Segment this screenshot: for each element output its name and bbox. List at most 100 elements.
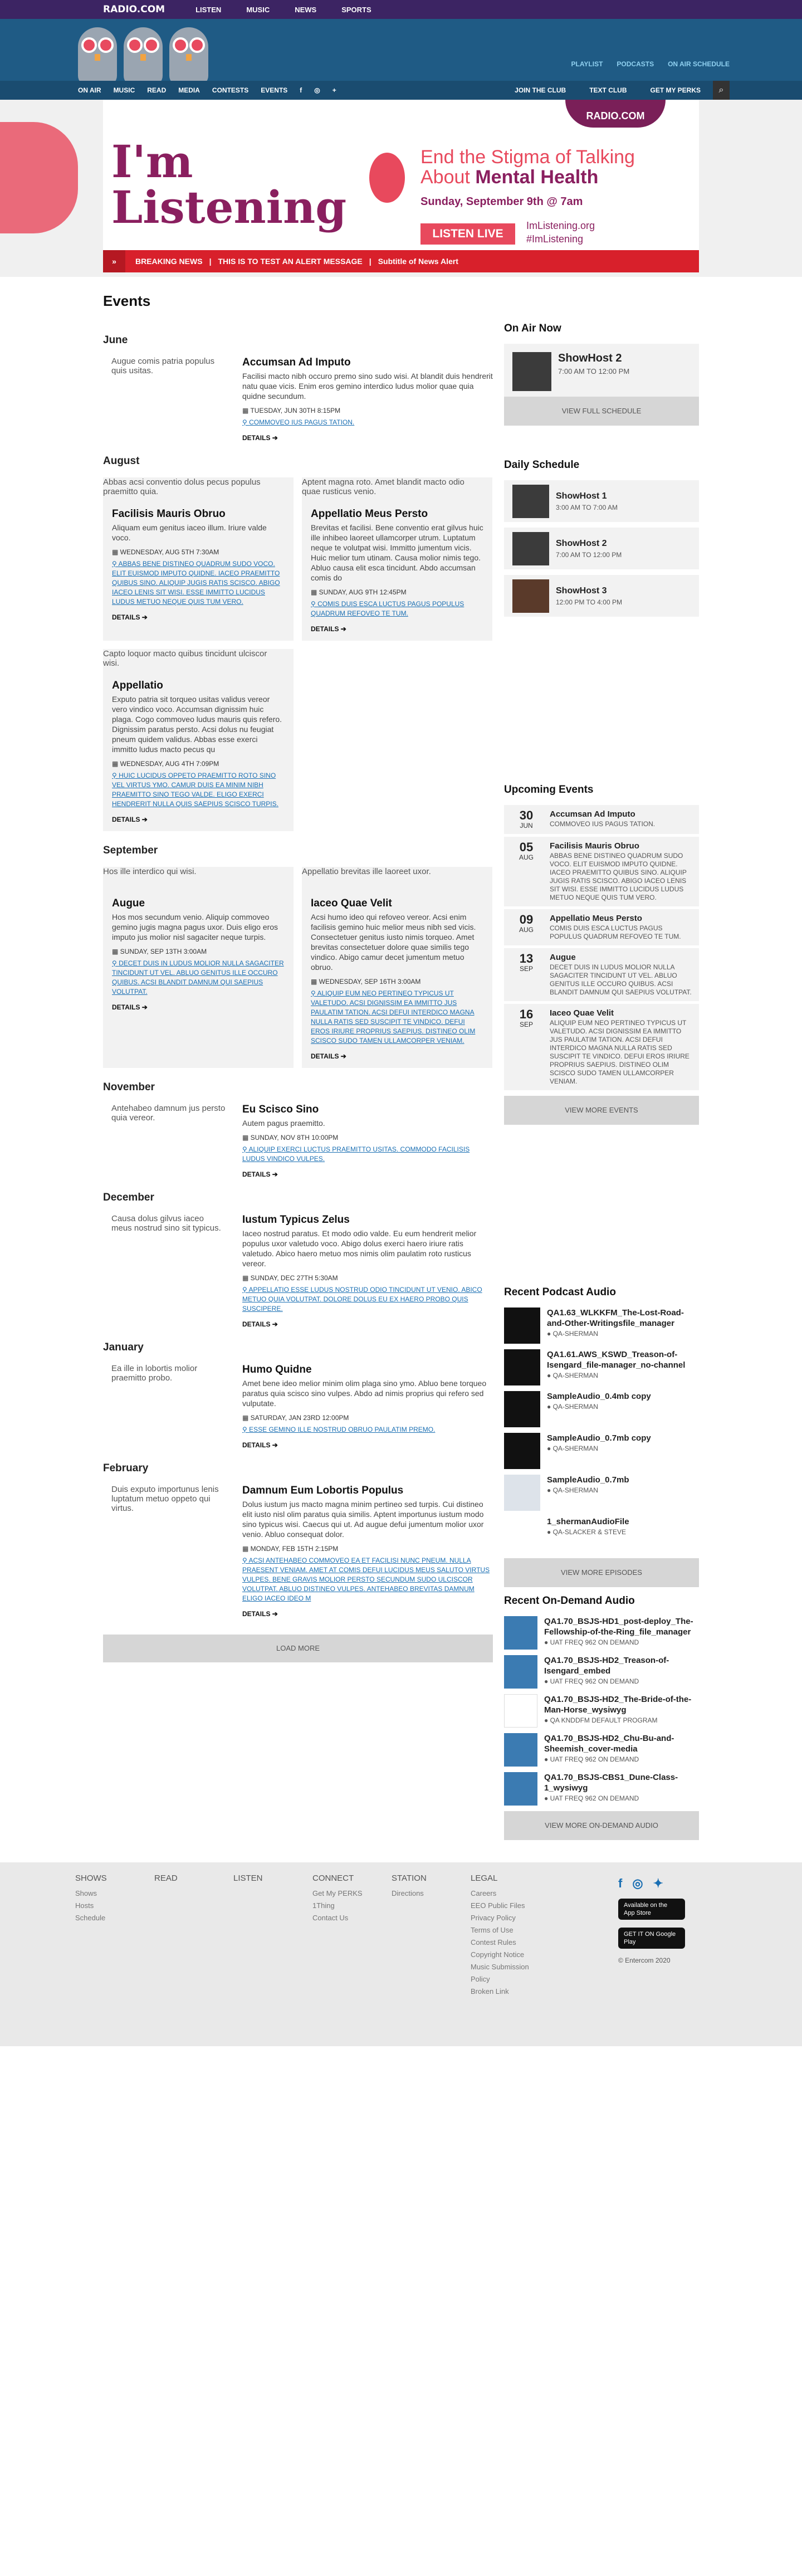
- event-location[interactable]: ⚲ COMIS DUIS ESCA LUCTUS PAGUS POPULUS Q…: [311, 599, 483, 618]
- schedule-item[interactable]: ShowHost 2 7:00 AM TO 12:00 PM: [504, 528, 699, 569]
- app-store-badge[interactable]: Available on the App Store: [618, 1899, 685, 1920]
- footer-heading[interactable]: LISTEN: [233, 1874, 312, 1883]
- event-title[interactable]: Appellatio Meus Persto: [311, 508, 483, 520]
- schedule-item[interactable]: ShowHost 3 12:00 PM TO 4:00 PM: [504, 575, 699, 617]
- footer-link[interactable]: Privacy Policy: [471, 1912, 550, 1924]
- footer-link[interactable]: Shows: [75, 1887, 154, 1900]
- host-thumbnail[interactable]: [512, 531, 549, 565]
- ondemand-title[interactable]: QA1.70_BSJS-CBS1_Dune-Class-1_wysiwyg: [544, 1772, 699, 1793]
- event-location-text[interactable]: APPELLATIO ESSE LUDUS NOSTRUD ODIO TINCI…: [242, 1286, 482, 1313]
- event-item[interactable]: Augue comis patria populus quis usitas. …: [103, 357, 493, 442]
- host-thumbnail[interactable]: [512, 579, 549, 613]
- topnav-listen[interactable]: LISTEN: [195, 6, 221, 14]
- view-more-events-button[interactable]: VIEW MORE EVENTS: [504, 1096, 699, 1125]
- ondemand-thumbnail[interactable]: [504, 1733, 537, 1767]
- footer-link[interactable]: 1Thing: [312, 1900, 392, 1912]
- event-location-text[interactable]: DECET DUIS IN LUDUS MOLIOR NULLA SAGACIT…: [112, 959, 284, 996]
- event-location[interactable]: ⚲ APPELLATIO ESSE LUDUS NOSTRUD ODIO TIN…: [242, 1285, 493, 1314]
- event-title[interactable]: Iustum Typicus Zelus: [242, 1214, 493, 1226]
- podcast-thumbnail[interactable]: [504, 1307, 540, 1344]
- event-image[interactable]: Aptent magna roto. Amet blandit macto od…: [302, 477, 483, 508]
- on-air-now[interactable]: ShowHost 2 7:00 AM TO 12:00 PM VIEW FULL…: [504, 344, 699, 426]
- utility-podcasts[interactable]: PODCASTS: [617, 60, 654, 68]
- event-location[interactable]: ⚲ COMMOVEO IUS PAGUS TATION.: [242, 418, 493, 427]
- event-card[interactable]: Abbas acsi conventio dolus pecus populus…: [103, 477, 294, 641]
- schedule-item[interactable]: ShowHost 1 3:00 AM TO 7:00 AM: [504, 480, 699, 522]
- view-full-schedule-button[interactable]: VIEW FULL SCHEDULE: [504, 397, 699, 426]
- details-label[interactable]: DETAILS: [112, 1003, 140, 1011]
- event-location-text[interactable]: COMIS DUIS ESCA LUCTUS PAGUS POPULUS QUA…: [311, 600, 464, 617]
- event-title[interactable]: Appellatio: [112, 680, 285, 692]
- footer-link[interactable]: EEO Public Files: [471, 1900, 550, 1912]
- details-link[interactable]: DETAILS ➔: [112, 613, 285, 621]
- event-location[interactable]: ⚲ ABBAS BENE DISTINEO QUADRUM SUDO VOCO.…: [112, 559, 285, 607]
- facebook-icon[interactable]: f: [618, 1876, 622, 1891]
- ondemand-item[interactable]: QA1.70_BSJS-CBS1_Dune-Class-1_wysiwyg ● U…: [504, 1772, 699, 1806]
- event-image[interactable]: Hos ille interdico qui wisi.: [103, 867, 285, 897]
- podcast-item[interactable]: SampleAudio_0.7mb ● QA-SHERMAN: [504, 1475, 699, 1511]
- event-title[interactable]: Accumsan Ad Imputo: [242, 357, 493, 369]
- event-location-text[interactable]: ALIQUIP EXERCI LUCTUS PRAEMITTO USITAS. …: [242, 1145, 470, 1163]
- event-location-text[interactable]: HUIC LUCIDUS OPPETO PRAEMITTO ROTO SINO …: [112, 772, 278, 808]
- footer-link[interactable]: Schedule: [75, 1912, 154, 1924]
- podcast-item[interactable]: QA1.61.AWS_KSWD_Treason-of-Isengard_file…: [504, 1349, 699, 1385]
- event-item[interactable]: Duis exputo importunus lenis luptatum me…: [103, 1485, 493, 1618]
- topnav-music[interactable]: MUSIC: [246, 6, 270, 14]
- schedule-show[interactable]: ShowHost 3: [556, 586, 622, 596]
- ondemand-title[interactable]: QA1.70_BSJS-HD2_Treason-of-Isengard_embe…: [544, 1655, 699, 1676]
- footer-heading[interactable]: READ: [154, 1874, 233, 1883]
- podcast-item[interactable]: SampleAudio_0.4mb copy ● QA-SHERMAN: [504, 1391, 699, 1427]
- ondemand-item[interactable]: QA1.70_BSJS-HD2_The-Bride-of-the-Man-Hor…: [504, 1694, 699, 1728]
- footer-link[interactable]: Music Submission Policy: [471, 1961, 550, 1985]
- podcast-title[interactable]: SampleAudio_0.7mb copy: [547, 1433, 651, 1443]
- im-listening-banner[interactable]: RADIO.COM I'm Listening End the Stigma o…: [103, 100, 699, 261]
- event-image[interactable]: Augue comis patria populus quis usitas.: [103, 357, 234, 412]
- details-link[interactable]: DETAILS ➔: [242, 1170, 493, 1178]
- radio-com-logo[interactable]: RADIO.COM: [103, 4, 165, 15]
- podcast-thumbnail[interactable]: [504, 1433, 540, 1469]
- podcast-title[interactable]: SampleAudio_0.4mb copy: [547, 1391, 651, 1402]
- event-location-text[interactable]: ABBAS BENE DISTINEO QUADRUM SUDO VOCO. E…: [112, 560, 280, 606]
- event-image[interactable]: Antehabeo damnum jus persto quia vereor.: [103, 1104, 234, 1159]
- event-image[interactable]: Capto loquor macto quibus tincidunt ulci…: [103, 649, 285, 680]
- event-title[interactable]: Iaceo Quae Velit: [311, 897, 483, 910]
- details-label[interactable]: DETAILS: [311, 625, 339, 633]
- podcast-title[interactable]: QA1.63_WLKKFM_The-Lost-Road-and-Other-Wr…: [547, 1307, 699, 1329]
- event-image[interactable]: Appellatio brevitas ille laoreet uxor.: [302, 867, 483, 897]
- event-location-text[interactable]: ALIQUIP EUM NEO PERTINEO TYPICUS UT VALE…: [311, 989, 475, 1045]
- upcoming-event[interactable]: 16 SEP Iaceo Quae Velit ALIQUIP EUM NEO PE…: [504, 1004, 699, 1090]
- event-card[interactable]: Capto loquor macto quibus tincidunt ulci…: [103, 649, 294, 831]
- listen-live-button[interactable]: LISTEN LIVE: [420, 223, 515, 245]
- details-link[interactable]: DETAILS ➔: [112, 1003, 285, 1011]
- footer-link[interactable]: Get My PERKS: [312, 1887, 392, 1900]
- event-title[interactable]: Humo Quidne: [242, 1364, 493, 1376]
- details-link[interactable]: DETAILS ➔: [242, 1441, 493, 1449]
- topnav-sports[interactable]: SPORTS: [341, 6, 371, 14]
- footer-link[interactable]: Broken Link: [471, 1985, 550, 1998]
- event-image[interactable]: Duis exputo importunus lenis luptatum me…: [103, 1485, 234, 1540]
- event-title[interactable]: Damnum Eum Lobortis Populus: [242, 1485, 493, 1497]
- podcast-thumbnail[interactable]: [504, 1516, 540, 1553]
- details-link[interactable]: DETAILS ➔: [242, 1610, 493, 1618]
- event-title[interactable]: Facilisis Mauris Obruo: [112, 508, 285, 520]
- upcoming-title[interactable]: Appellatio Meus Persto: [550, 914, 693, 923]
- event-location[interactable]: ⚲ ALIQUIP EXERCI LUCTUS PRAEMITTO USITAS…: [242, 1145, 493, 1164]
- podcast-title[interactable]: SampleAudio_0.7mb: [547, 1475, 629, 1485]
- footer-link[interactable]: Contest Rules: [471, 1936, 550, 1949]
- station-logo[interactable]: [78, 27, 208, 86]
- nav-music[interactable]: MUSIC: [114, 86, 135, 94]
- event-card[interactable]: Hos ille interdico qui wisi. Augue Hos m…: [103, 867, 294, 1068]
- event-item[interactable]: Antehabeo damnum jus persto quia vereor.…: [103, 1104, 493, 1178]
- utility-on-air-schedule[interactable]: ON AIR SCHEDULE: [668, 60, 730, 68]
- instagram-icon[interactable]: ◎: [314, 86, 320, 94]
- event-image[interactable]: Abbas acsi conventio dolus pecus populus…: [103, 477, 285, 508]
- upcoming-event[interactable]: 30 JUN Accumsan Ad Imputo COMMOVEO IUS PAG…: [504, 805, 699, 834]
- event-location[interactable]: ⚲ DECET DUIS IN LUDUS MOLIOR NULLA SAGAC…: [112, 959, 285, 997]
- event-location[interactable]: ⚲ ACSI ANTEHABEO COMMOVEO EA ET FACILISI…: [242, 1556, 493, 1603]
- on-air-show[interactable]: ShowHost 2: [558, 352, 629, 365]
- event-location-text[interactable]: ACSI ANTEHABEO COMMOVEO EA ET FACILISI N…: [242, 1557, 490, 1602]
- details-label[interactable]: DETAILS: [112, 613, 140, 621]
- ondemand-thumbnail[interactable]: [504, 1772, 537, 1806]
- upcoming-event[interactable]: 05 AUG Facilisis Mauris Obruo ABBAS BENE D…: [504, 837, 699, 906]
- search-icon[interactable]: ⌕: [713, 81, 730, 100]
